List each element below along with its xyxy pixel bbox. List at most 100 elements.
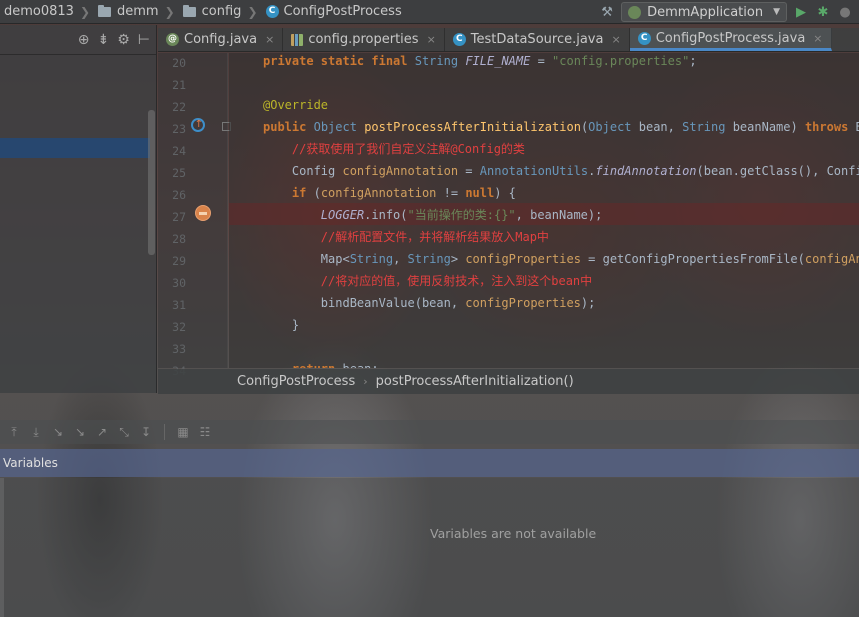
close-icon[interactable]: × [611,33,620,46]
code-line[interactable]: Config configAnnotation = AnnotationUtil… [263,160,859,182]
editor-tabs: @ Config.java × config.properties × C TestData… [158,28,859,52]
breadcrumb-class[interactable]: ConfigPostProcess [237,374,355,389]
code-line[interactable]: return bean; [263,358,379,368]
line-number: 29 [172,254,186,268]
editor-breadcrumb: ConfigPostProcess › postProcessAfterInit… [229,369,859,394]
chevron-right-icon: ❯ [247,4,258,19]
step-over-icon[interactable]: ⤓ [28,424,44,440]
line-number: 31 [172,298,186,312]
editor-breadcrumb-gutter [158,369,229,394]
target-icon[interactable]: ⊕ [78,32,90,48]
class-icon: C [452,33,466,46]
run-icon[interactable]: ▶ [793,4,809,20]
line-number: 23 [172,122,186,136]
run-configuration-label: DemmApplication [647,4,764,20]
code-line[interactable]: //将对应的值，使用反射技术，注入到这个bean中 [263,270,592,292]
step-into-icon[interactable]: ↘ [50,424,66,440]
project-toolbar: ⊕ ⇟ ⚙ ⊢ [0,25,156,55]
line-number: 32 [172,320,186,334]
variables-header: Variables [0,449,859,477]
breadcrumb-label: ConfigPostProcess [283,4,402,19]
line-number: 22 [172,100,186,114]
annotation-icon: @ [166,33,179,46]
layout-icon[interactable]: ⊢ [138,32,150,48]
tab-label: TestDataSource.java [470,32,604,47]
code-line[interactable]: } [263,314,299,336]
close-icon[interactable]: × [265,33,274,46]
line-number: 26 [172,188,186,202]
code-line[interactable]: @Override [263,94,328,116]
code-line[interactable]: //解析配置文件，并将解析结果放入Map中 [263,226,549,248]
line-number: 25 [172,166,186,180]
hammer-icon[interactable]: ⚒ [599,4,615,20]
step-out-icon[interactable]: ↗ [94,424,110,440]
tab-label: Config.java [184,32,258,47]
code-line[interactable]: public Object postProcessAfterInitializa… [263,116,859,138]
editor-tab[interactable]: config.properties × [283,28,445,51]
run-to-cursor-icon[interactable]: ↧ [138,424,154,440]
toolbar-divider [164,424,165,440]
code-line[interactable]: private static final String FILE_NAME = … [263,53,697,72]
class-icon: C [265,5,279,18]
force-step-into-icon[interactable]: ↘ [72,424,88,440]
editor-gutter[interactable]: ↑ 202122232425262728293031323334 [158,53,231,378]
line-number: 28 [172,232,186,246]
spring-boot-icon [628,5,642,19]
debug-toolbar: ⤒ ⤓ ↘ ↘ ↗ ⤡ ↧ ▦ ☷ [0,420,859,444]
run-configuration-select[interactable]: DemmApplication ▼ [621,2,787,22]
project-tree-selected-row[interactable] [0,138,150,158]
evaluate-expression-icon[interactable]: ▦ [175,424,191,440]
variables-panel: Variables are not available [0,478,859,617]
tab-label: config.properties [308,32,419,47]
editor-tab[interactable]: @ Config.java × [158,28,284,51]
breadcrumb-separator: › [363,375,368,388]
project-scrollbar[interactable] [148,110,155,255]
line-number: 30 [172,276,186,290]
chevron-down-icon: ▼ [773,7,780,17]
collapse-icon[interactable]: ⇟ [98,32,110,48]
breadcrumb-method[interactable]: postProcessAfterInitialization() [376,374,574,389]
tab-label: ConfigPostProcess.java [655,30,806,46]
code-line[interactable]: //获取使用了我们自定义注解@Config的类 [263,138,525,160]
folder-icon [182,4,196,17]
navigation-bar: demo0813 ❯ demm ❯ config ❯ C ConfigPostProcess … [0,0,859,24]
variables-empty-message: Variables are not available [430,526,597,541]
variables-rail [0,478,4,617]
breadcrumb: demo0813 ❯ demm ❯ config ❯ C ConfigPostProcess [0,0,406,24]
folder-icon [98,4,112,17]
trace-stream-icon[interactable]: ☷ [197,424,213,440]
breadcrumb-label: demo0813 [4,4,74,19]
override-method-icon[interactable]: ↑ [191,118,205,132]
close-icon[interactable]: × [427,33,436,46]
line-number: 20 [172,56,186,70]
code-editor[interactable]: private static final String FILE_NAME = … [229,53,859,368]
editor-tab[interactable]: C ConfigPostProcess.java × [629,28,832,51]
editor-tab[interactable]: C TestDataSource.java × [445,28,630,51]
breadcrumb-item[interactable]: demo0813 ❯ [0,0,94,24]
line-number: 21 [172,78,186,92]
coverage-icon[interactable]: ● [837,4,853,20]
breadcrumb-label: demm [117,4,159,19]
code-line[interactable]: bindBeanValue(bean, configProperties); [263,292,596,314]
chevron-right-icon: ❯ [79,4,91,19]
debug-icon[interactable]: ✱ [815,4,831,20]
breadcrumb-item[interactable]: config ❯ [179,0,262,24]
breadcrumb-label: config [201,4,242,19]
line-number: 33 [172,342,186,356]
line-number: 24 [172,144,186,158]
code-line[interactable]: if (configAnnotation != null) { [263,182,516,204]
show-execution-point-icon[interactable]: ⤒ [6,424,22,440]
breakpoint-icon[interactable] [195,205,211,221]
chevron-right-icon: ❯ [164,4,175,19]
project-panel: ⊕ ⇟ ⚙ ⊢ [0,25,157,393]
line-number: 27 [172,210,186,224]
class-icon: C [637,31,651,45]
code-line[interactable]: LOGGER.info("当前操作的类:{}", beanName); [263,204,603,226]
variables-title: Variables [3,456,58,470]
gear-icon[interactable]: ⚙ [117,32,130,48]
code-line[interactable]: Map<String, String> configProperties = g… [263,248,859,270]
breadcrumb-item[interactable]: C ConfigPostProcess [262,0,406,24]
breadcrumb-item[interactable]: demm ❯ [94,0,179,24]
close-icon[interactable]: × [813,32,822,45]
drop-frame-icon[interactable]: ⤡ [116,424,132,440]
